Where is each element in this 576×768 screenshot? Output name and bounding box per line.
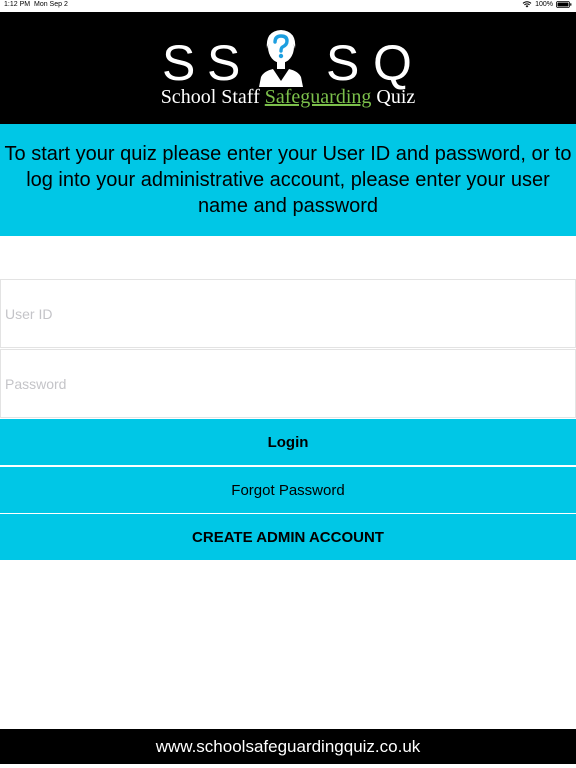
tagline-accent: Safeguarding — [264, 86, 372, 108]
person-question-icon — [259, 30, 303, 87]
login-screen: 1:12 PM Mon Sep 2 100% S S S Q School St… — [0, 0, 576, 768]
forgot-password-button[interactable]: Forgot Password — [0, 467, 576, 513]
instruction-banner: To start your quiz please enter your Use… — [0, 124, 576, 236]
logo-tagline: School Staff Safeguarding Quiz — [0, 86, 576, 109]
status-indicators: 100% — [522, 1, 572, 8]
battery-icon — [556, 1, 572, 8]
app-header: S S S Q School Staff Safeguarding Quiz — [0, 12, 576, 124]
tagline-end: Quiz — [371, 86, 416, 108]
wifi-icon — [522, 1, 532, 8]
instruction-text: To start your quiz please enter your Use… — [4, 143, 572, 217]
logo-letter-s3: S — [326, 35, 360, 91]
footer: www.schoolsafeguardingquiz.co.uk — [0, 729, 576, 764]
login-button[interactable]: Login — [0, 419, 576, 465]
password-field — [0, 349, 576, 418]
tagline-start: School Staff — [160, 86, 265, 108]
logo-letter-s1: S — [162, 35, 196, 91]
user-id-input[interactable] — [1, 280, 575, 347]
status-time: 1:12 PM — [4, 1, 31, 8]
status-bar: 1:12 PM Mon Sep 2 100% — [0, 0, 576, 12]
logo-letter-q: Q — [373, 35, 412, 91]
status-date: Mon Sep 2 — [34, 1, 68, 8]
battery-percentage: 100% — [535, 1, 553, 8]
user-id-field — [0, 279, 576, 348]
create-admin-account-button[interactable]: CREATE ADMIN ACCOUNT — [0, 514, 576, 560]
logo-letter-s2: S — [207, 35, 241, 91]
website-link[interactable]: www.schoolsafeguardingquiz.co.uk — [156, 737, 421, 757]
password-input[interactable] — [1, 350, 575, 417]
